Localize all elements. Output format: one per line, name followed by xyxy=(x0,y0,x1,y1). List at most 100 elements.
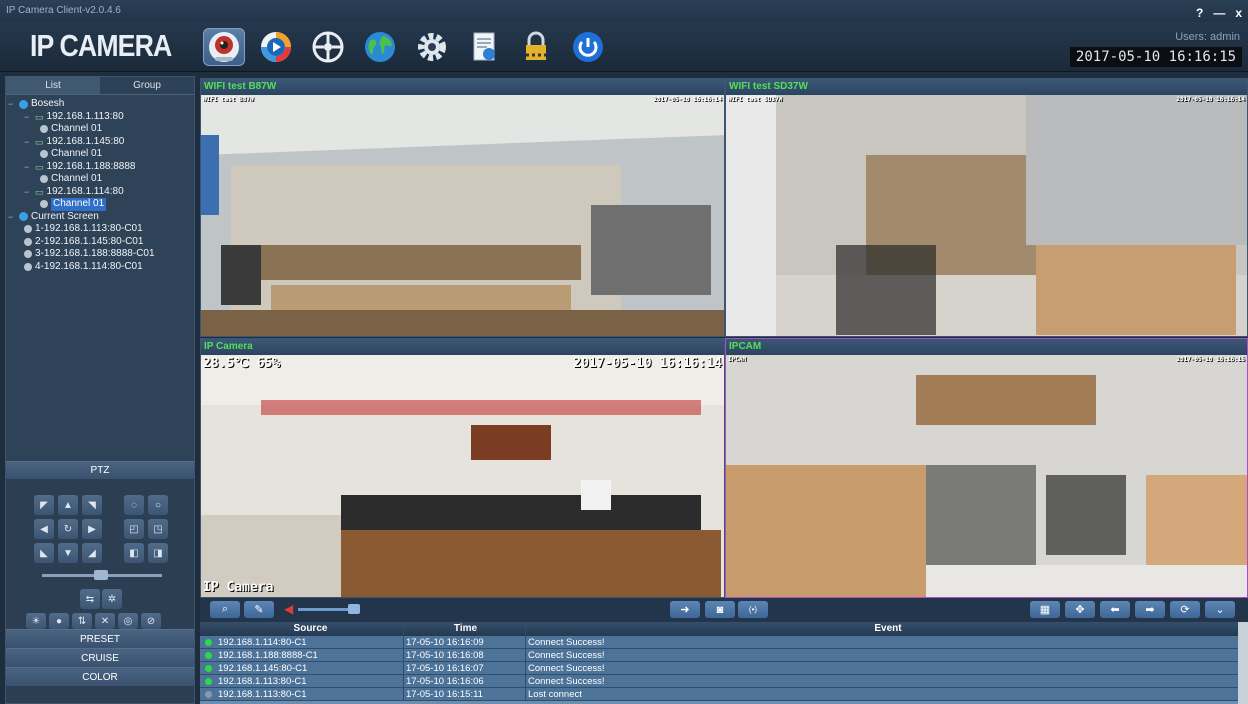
volume-thumb[interactable] xyxy=(348,604,360,614)
video-pane-1[interactable]: WIFI test B87W WIFI test B87W 2017-05-10… xyxy=(200,78,725,337)
talk-button[interactable]: (•) xyxy=(738,601,768,618)
stop-button[interactable]: ⊘ xyxy=(141,613,161,629)
camera-feed[interactable]: WIFI test B87W 2017-05-10 16:16:14 xyxy=(201,95,724,336)
network-button[interactable] xyxy=(359,28,401,66)
volume-icon[interactable]: ◀ xyxy=(284,602,293,616)
tree-item[interactable]: − ▭ 192.168.1.145:80 xyxy=(8,136,192,149)
zoom-out-button[interactable]: ◌ xyxy=(124,495,144,515)
help-button[interactable]: ? xyxy=(1196,2,1203,24)
tree-item[interactable]: 1-192.168.1.113:80-C01 xyxy=(8,223,192,236)
focus-near-button[interactable]: ◰ xyxy=(124,519,144,539)
focus-far-button[interactable]: ◳ xyxy=(148,519,168,539)
ptz-down-right-button[interactable]: ◢ xyxy=(82,543,102,563)
color-button[interactable]: COLOR xyxy=(6,667,194,686)
tools-button[interactable]: ✎ xyxy=(244,601,274,618)
light-button[interactable]: ☀ xyxy=(26,613,46,629)
video-pane-2[interactable]: WIFI test SD37W WIFI test SD37W 2017-05-… xyxy=(725,78,1248,337)
log-row[interactable]: 192.168.1.113:80-C1 17-05-10 16:16:06 Conn… xyxy=(200,675,1248,688)
search-button[interactable]: ⌕ xyxy=(210,601,240,618)
preset-button[interactable]: PRESET xyxy=(6,629,194,648)
tree-item[interactable]: − ▭ 192.168.1.114:80 xyxy=(8,186,192,199)
ptz-up-button[interactable]: ▲ xyxy=(58,495,78,515)
camera-feed[interactable]: WIFI test SD37W 2017-05-10 16:16:14 xyxy=(726,95,1247,336)
log-row[interactable]: 192.168.1.113:80-C1 17-05-10 16:15:11 Lost… xyxy=(200,688,1248,701)
layout-button[interactable]: ▦ xyxy=(1030,601,1060,618)
iris-open-button[interactable]: ◨ xyxy=(148,543,168,563)
power-button[interactable] xyxy=(567,28,609,66)
minimize-button[interactable]: — xyxy=(1213,2,1225,24)
log-button[interactable] xyxy=(463,28,505,66)
tab-group[interactable]: Group xyxy=(100,77,194,95)
next-page-button[interactable]: ➡ xyxy=(1135,601,1165,618)
ptz-control-button[interactable] xyxy=(307,28,349,66)
flip-button[interactable]: ⇆ xyxy=(80,589,100,609)
ptz-up-left-button[interactable]: ◤ xyxy=(34,495,54,515)
record-button[interactable]: ➜ xyxy=(670,601,700,618)
ptz-left-button[interactable]: ◀ xyxy=(34,519,54,539)
video-toolbar: ⌕ ✎ ◀ ➜ ◙ (•) ▦ ✥ ⬅ ➡ ⟳ ⌄ xyxy=(200,598,1248,622)
collapse-icon[interactable]: − xyxy=(8,98,16,111)
osd-label: WIFI test B87W xyxy=(203,96,254,103)
camera-feed[interactable]: IPCAM 2017-05-10 16:16:15 xyxy=(726,355,1247,597)
tab-list[interactable]: List xyxy=(6,77,100,95)
tree-item[interactable]: − Bosesh xyxy=(8,98,192,111)
tree-item[interactable]: 2-192.168.1.145:80-C01 xyxy=(8,236,192,249)
snapshot-button[interactable]: ◙ xyxy=(705,601,735,618)
log-row[interactable]: 192.168.1.188:8888-C1 17-05-10 16:16:08 Co… xyxy=(200,649,1248,662)
playback-button[interactable] xyxy=(255,28,297,66)
ptz-up-right-button[interactable]: ◥ xyxy=(82,495,102,515)
collapse-icon[interactable]: − xyxy=(24,136,32,149)
tree-item[interactable]: Channel 01 xyxy=(8,148,192,161)
camera-feed[interactable]: 28.5℃ 65% 2017-05-10 16:16:14 IP Camera xyxy=(201,355,724,597)
log-row[interactable]: 192.168.1.114:80-C1 17-05-10 16:16:09 Conn… xyxy=(200,636,1248,649)
ptz-header[interactable]: PTZ xyxy=(6,461,194,479)
ptz-down-button[interactable]: ▼ xyxy=(58,543,78,563)
ptz-auto-button[interactable]: ↻ xyxy=(58,519,78,539)
camera-icon: ◙ xyxy=(716,603,724,616)
camera-icon xyxy=(40,200,48,209)
log-row[interactable]: 192.168.1.145:80-C1 17-05-10 16:16:07 Conn… xyxy=(200,662,1248,675)
wiper-button[interactable]: ✕ xyxy=(95,613,115,629)
ir-button[interactable]: ● xyxy=(49,613,69,629)
tree-item[interactable]: − Current Screen xyxy=(8,211,192,224)
collapse-icon[interactable]: − xyxy=(24,161,32,174)
tree-item[interactable]: 3-192.168.1.188:8888-C01 xyxy=(8,248,192,261)
iris-close-button[interactable]: ◧ xyxy=(124,543,144,563)
col-event[interactable]: Event xyxy=(526,622,1248,636)
ptz-down-left-button[interactable]: ◣ xyxy=(34,543,54,563)
ptz-setting-button[interactable]: ✲ xyxy=(102,589,122,609)
zoom-in-button[interactable]: ○ xyxy=(148,495,168,515)
col-time[interactable]: Time xyxy=(404,622,526,636)
close-button[interactable]: x xyxy=(1235,2,1242,24)
tree-item[interactable]: − ▭ 192.168.1.188:8888 xyxy=(8,161,192,174)
lock-button[interactable] xyxy=(515,28,557,66)
tree-item[interactable]: − ▭ 192.168.1.113:80 xyxy=(8,111,192,124)
ptz-view-button[interactable]: ✥ xyxy=(1065,601,1095,618)
col-source[interactable]: Source xyxy=(216,622,404,636)
video-pane-4[interactable]: IPCAM IPCAM 2017-05-10 16:16:15 xyxy=(725,338,1248,598)
chevron-down-icon: ⌄ xyxy=(1215,604,1225,616)
mirror-button[interactable]: ⇅ xyxy=(72,613,92,629)
live-view-button[interactable] xyxy=(203,28,245,66)
device-tree: − Bosesh − ▭ 192.168.1.113:80 Channel 01− ▭ 192… xyxy=(6,95,194,461)
tree-item[interactable]: Channel 01 xyxy=(8,198,192,211)
ptz-speed-thumb[interactable] xyxy=(94,570,108,580)
expand-button[interactable]: ⌄ xyxy=(1205,601,1235,618)
reset-button[interactable]: ◎ xyxy=(118,613,138,629)
video-pane-3[interactable]: IP Camera 28.5℃ 65% 2017-05-10 16:16:14 … xyxy=(200,338,725,598)
camera-icon xyxy=(24,250,32,259)
tree-item[interactable]: Channel 01 xyxy=(8,173,192,186)
settings-button[interactable] xyxy=(411,28,453,66)
cycle-button[interactable]: ⟳ xyxy=(1170,601,1200,618)
collapse-icon[interactable]: − xyxy=(24,186,32,199)
log-scrollbar[interactable] xyxy=(1238,622,1248,704)
cruise-button[interactable]: CRUISE xyxy=(6,648,194,667)
tree-item[interactable]: 4-192.168.1.114:80-C01 xyxy=(8,261,192,274)
collapse-icon[interactable]: − xyxy=(24,111,32,124)
collapse-icon[interactable]: − xyxy=(8,211,16,224)
prev-page-button[interactable]: ⬅ xyxy=(1100,601,1130,618)
ptz-right-button[interactable]: ▶ xyxy=(82,519,102,539)
tree-item[interactable]: Channel 01 xyxy=(8,123,192,136)
log-cell-time: 17-05-10 16:15:11 xyxy=(404,688,526,700)
tree-item-label: Channel 01 xyxy=(51,173,103,184)
